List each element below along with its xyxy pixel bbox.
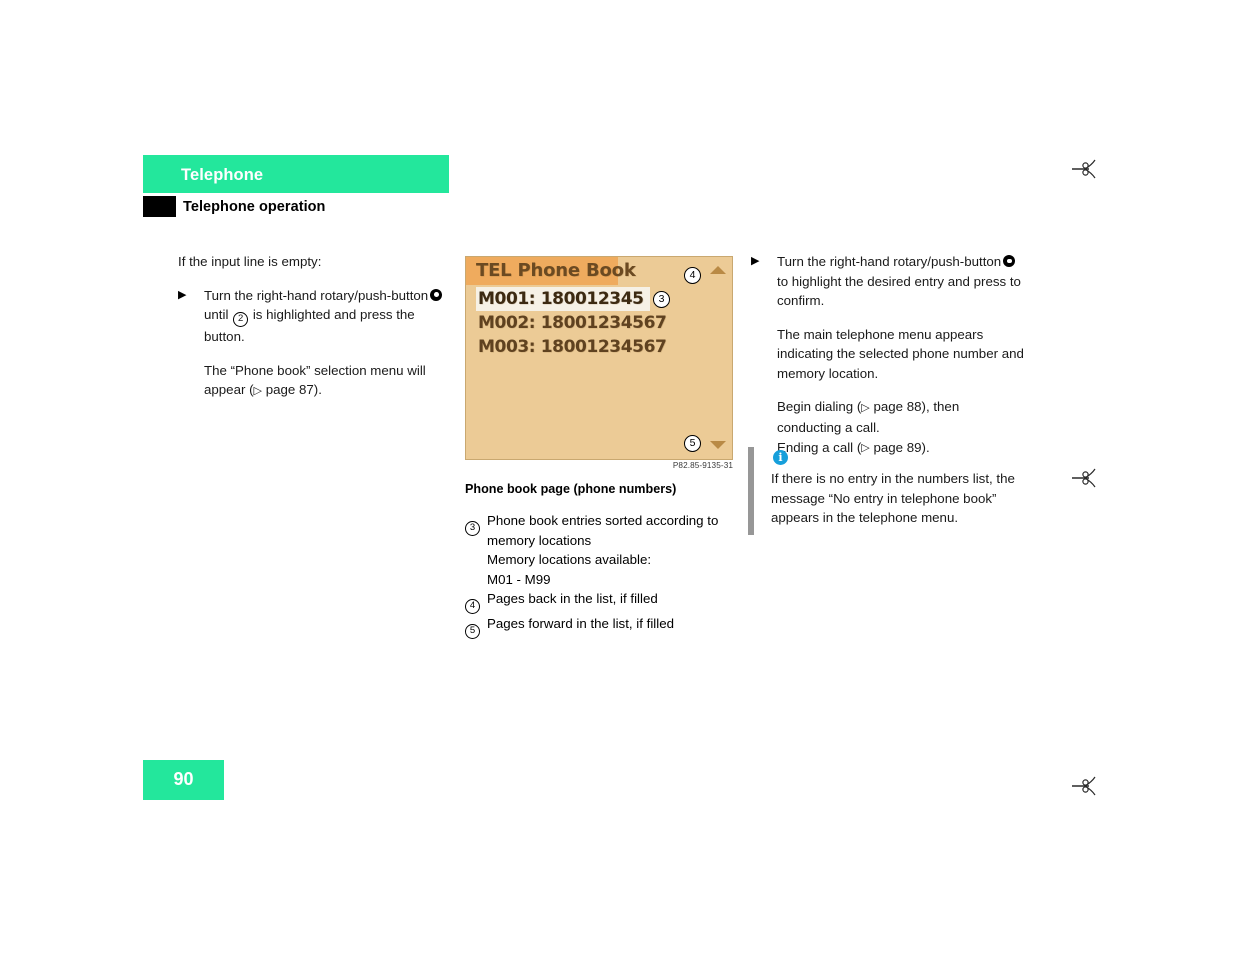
left-result: The “Phone book” selection menu will app… — [178, 361, 446, 402]
callout-3: 3 — [653, 291, 670, 308]
legend-circled-number: 5 — [465, 624, 480, 639]
right-result-2: Begin dialing (▷ page 88), then conducti… — [751, 397, 1026, 459]
right-result-1-text: The main telephone menu appears indicati… — [777, 326, 1024, 381]
rotary-push-button-icon — [1003, 255, 1016, 267]
section-title: Telephone operation — [183, 199, 326, 215]
legend-number-5: 5 — [465, 614, 487, 639]
phone-book-entry[interactable]: M002: 18001234567 — [476, 311, 720, 335]
left-result-text-b: ). — [313, 382, 322, 397]
page-reference-icon: ▷ — [253, 384, 262, 397]
page-reference-icon: ▷ — [861, 401, 870, 414]
lcd-title: TEL Phone Book — [476, 260, 636, 281]
rotary-push-button-icon — [430, 288, 443, 301]
callout-5: 5 — [684, 435, 701, 452]
figure-legend-list: 3 Phone book entries sorted according to… — [465, 511, 755, 639]
chapter-title: Telephone — [181, 166, 264, 184]
legend-text-4: Pages back in the list, if filled — [487, 591, 658, 606]
left-step-1-text-a: Turn the right-hand rotary/push-button — [204, 287, 429, 303]
left-intro-text: If the input line is empty: — [178, 254, 322, 269]
right-result-3-page-ref: page 89 — [873, 439, 922, 455]
legend-number-3: 3 — [465, 511, 487, 536]
right-result-1: The main telephone menu appears indicati… — [751, 325, 1026, 384]
info-icon: i — [773, 450, 788, 465]
right-result-2-text-a: Begin dialing ( — [777, 399, 862, 414]
left-result-page-ref: page 87 — [265, 382, 314, 397]
phone-book-entry[interactable]: M003: 18001234567 — [476, 335, 720, 359]
section-marker-square — [143, 196, 176, 217]
right-step-1-text-a: Turn the right-hand rotary/push-button — [777, 254, 1002, 269]
lcd-display-figure: TEL Phone Book M001: 180012345 M002: 180… — [465, 256, 733, 460]
legend-item-5: 5 Pages forward in the list, if filled — [465, 614, 755, 639]
bullet-triangle-icon: ▶ — [178, 288, 187, 301]
phone-book-list: M001: 180012345 M002: 18001234567 M003: … — [476, 287, 720, 359]
right-column: ▶ Turn the right-hand rotary/push-button… — [751, 252, 1026, 459]
triangle-down-icon[interactable] — [710, 441, 726, 449]
manual-page: Telephone Telephone operation If the inp… — [0, 0, 1235, 954]
legend-line: memory locations — [487, 532, 592, 548]
legend-item-4: 4 Pages back in the list, if filled — [465, 589, 755, 614]
figure-caption: Phone book page (phone numbers) — [465, 482, 677, 496]
figure-part-number: P82.85-9135-31 — [672, 461, 733, 470]
scissors-icon — [1071, 155, 1105, 183]
right-result-3-text-a: Ending a call ( — [777, 439, 862, 455]
right-result-2-page-ref: page 88 — [873, 399, 922, 414]
info-note-text: If there is no entry in the numbers list… — [771, 471, 1015, 525]
scissors-icon — [1071, 464, 1105, 492]
legend-line: Memory locations available: — [487, 552, 652, 567]
left-step-1-text-b: until — [204, 307, 229, 322]
legend-circled-number: 4 — [465, 599, 480, 614]
right-result-2-body: Begin dialing (▷ page 88), then conducti… — [777, 397, 1026, 459]
right-step-1: ▶ Turn the right-hand rotary/push-button… — [751, 252, 1026, 311]
right-step-1-body: Turn the right-hand rotary/push-button to… — [777, 252, 1026, 311]
legend-circled-number: 3 — [465, 521, 480, 536]
legend-text-5: Pages forward in the list, if filled — [487, 616, 674, 631]
left-step-1-body: Turn the right-hand rotary/push-button un… — [204, 286, 446, 347]
left-result-body: The “Phone book” selection menu will app… — [204, 361, 446, 402]
right-step-1-text-b: to highlight the desired entry and press… — [777, 273, 1021, 309]
legend-text-3: Phone book entries sorted according to m… — [487, 511, 755, 589]
phone-book-entry-selected[interactable]: M001: 180012345 — [476, 287, 650, 311]
page-number: 90 — [173, 769, 194, 789]
callout-4: 4 — [684, 267, 701, 284]
page-reference-icon: ▷ — [861, 442, 870, 454]
left-step-1: ▶ Turn the right-hand rotary/push-button… — [178, 286, 446, 347]
legend-line: M01 - M99 — [487, 571, 551, 587]
triangle-up-icon[interactable] — [710, 266, 726, 274]
right-result-3-text-b: ). — [921, 439, 930, 455]
left-column: If the input line is empty: ▶ Turn the r… — [178, 252, 446, 401]
callout-reference-2: 2 — [233, 312, 249, 327]
scissors-icon — [1071, 772, 1105, 800]
legend-line: Phone book entries sorted according to — [487, 513, 719, 528]
legend-number-4: 4 — [465, 589, 487, 614]
bullet-triangle-icon: ▶ — [751, 255, 760, 267]
legend-item-3: 3 Phone book entries sorted according to… — [465, 511, 755, 589]
info-note-sidebar — [748, 447, 754, 535]
